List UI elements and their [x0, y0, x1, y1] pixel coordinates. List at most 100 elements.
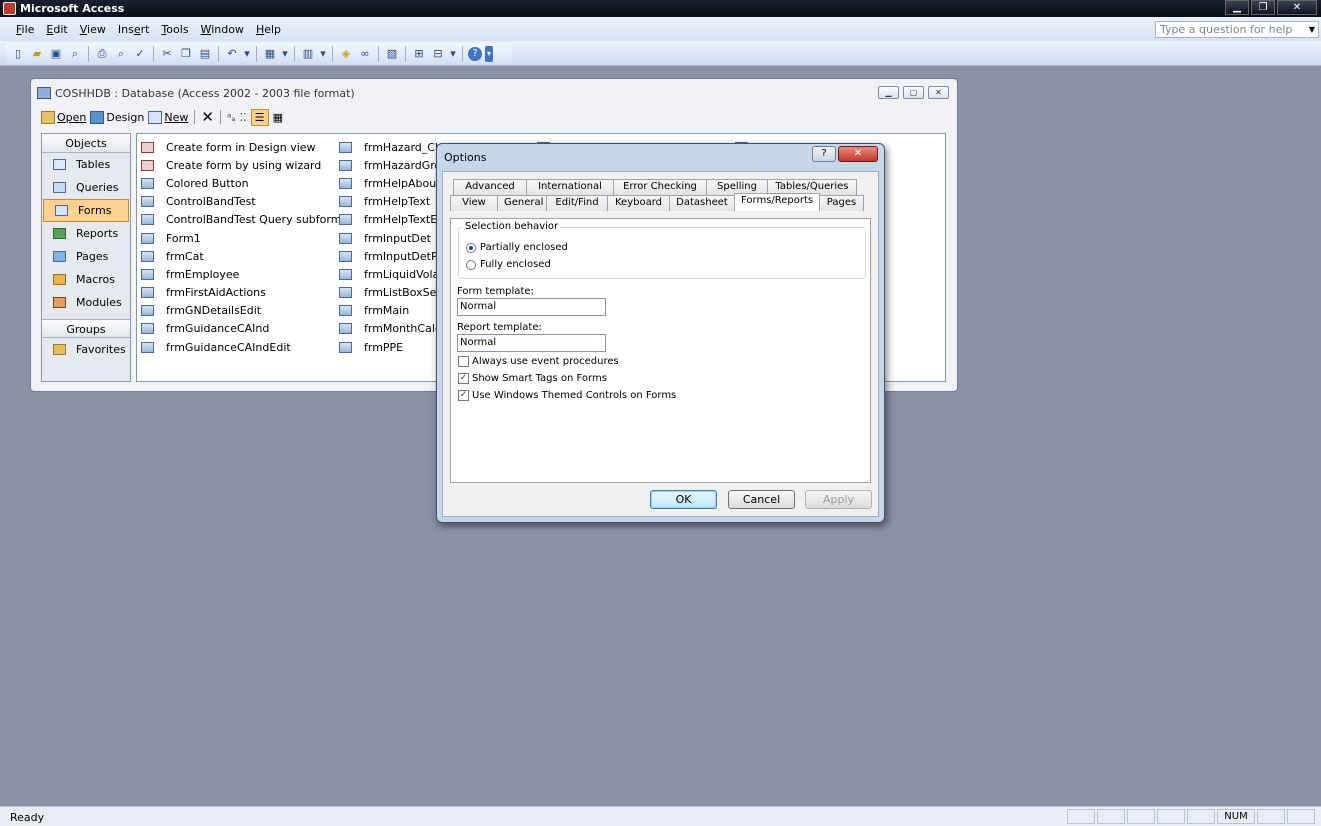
spelling-icon[interactable]: ✓ — [132, 46, 148, 62]
tab-pages[interactable]: Pages — [819, 195, 864, 211]
form-list-item[interactable]: ControlBandTest — [141, 193, 341, 211]
menu-file[interactable]: File — [16, 23, 34, 36]
print-preview-icon[interactable]: ⌕ — [113, 46, 129, 62]
objects-pane: Objects Tables Queries Forms Reports Pag… — [41, 133, 131, 382]
analyze-dropdown-icon[interactable]: ▾ — [319, 46, 327, 62]
object-modules[interactable]: Modules — [42, 291, 130, 314]
object-tables[interactable]: Tables — [42, 153, 130, 176]
tab-international[interactable]: International — [526, 179, 614, 195]
form-list-item[interactable]: frmCat — [141, 247, 341, 265]
checkbox-show-smart-tags[interactable]: ✓ Show Smart Tags on Forms — [458, 373, 607, 384]
checkbox-always-use-event-procedures[interactable]: Always use event procedures — [458, 356, 619, 367]
cancel-button[interactable]: Cancel — [728, 490, 795, 509]
form-icon — [339, 323, 352, 335]
properties-icon[interactable]: ▧ — [384, 46, 400, 62]
open-icon[interactable]: ▰ — [29, 46, 45, 62]
radio-selected-icon — [466, 242, 476, 253]
office-links-dropdown-icon[interactable]: ▾ — [281, 46, 289, 62]
form-list-item[interactable]: Create form in Design view — [141, 138, 341, 156]
save-icon[interactable]: ▣ — [48, 46, 64, 62]
report-template-label: Report template: — [457, 322, 542, 333]
menu-tools[interactable]: Tools — [161, 23, 188, 36]
small-icons-button[interactable]: ⁚⁚ — [240, 111, 247, 124]
access-app-icon[interactable] — [3, 2, 16, 15]
form-list-item[interactable]: frmGuidanceCAInd — [141, 320, 341, 338]
tab-general[interactable]: General — [497, 195, 547, 211]
design-button[interactable]: Design — [90, 110, 144, 124]
form-list-item[interactable]: frmGuidanceCAIndEdit — [141, 338, 341, 356]
dialog-help-button[interactable]: ? — [812, 146, 836, 162]
close-button[interactable]: ✕ — [1277, 0, 1317, 15]
dialog-close-button[interactable]: ✕ — [838, 146, 878, 162]
form-list-item[interactable]: frmEmployee — [141, 265, 341, 283]
form-template-input[interactable]: Normal — [457, 298, 606, 316]
db-minimize-button[interactable]: ▁ — [878, 86, 899, 99]
copy-icon[interactable]: ❐ — [178, 46, 194, 62]
delete-button[interactable]: ✕ — [201, 108, 214, 126]
reports-icon — [53, 228, 66, 239]
help-search-input[interactable]: Type a question for help ▼ — [1155, 21, 1319, 38]
db-close-button[interactable]: ✕ — [928, 86, 949, 99]
file-search-icon[interactable]: ⌕ — [67, 46, 83, 62]
object-forms[interactable]: Forms — [43, 199, 129, 222]
form-list-item[interactable]: frmGNDetailsEdit — [141, 302, 341, 320]
new-object-icon[interactable]: ⊟ — [430, 46, 446, 62]
form-list-item[interactable]: frmFirstAidActions — [141, 284, 341, 302]
new-icon[interactable]: ▯ — [10, 46, 26, 62]
relationships-icon[interactable]: ⊞ — [411, 46, 427, 62]
radio-fully-enclosed[interactable]: Fully enclosed — [466, 259, 551, 270]
form-list-item[interactable]: Colored Button — [141, 174, 341, 192]
form-list-item[interactable]: Form1 — [141, 229, 341, 247]
tab-error-checking[interactable]: Error Checking — [613, 179, 707, 195]
group-favorites[interactable]: Favorites — [42, 338, 130, 361]
toolbar-options-icon[interactable]: ▾ — [485, 45, 493, 62]
menu-insert[interactable]: Insert — [118, 23, 150, 36]
office-links-icon[interactable]: ▦ — [262, 46, 278, 62]
cut-icon[interactable]: ✂ — [159, 46, 175, 62]
db-maximize-button[interactable]: ▢ — [903, 86, 924, 99]
code-icon[interactable]: ◈ — [338, 46, 354, 62]
tab-forms-reports[interactable]: Forms/Reports — [734, 193, 820, 211]
new-object-dropdown-icon[interactable]: ▾ — [449, 46, 457, 62]
object-macros[interactable]: Macros — [42, 268, 130, 291]
object-reports[interactable]: Reports — [42, 222, 130, 245]
undo-icon[interactable]: ↶ — [224, 46, 240, 62]
help-icon[interactable]: ? — [468, 46, 482, 61]
report-template-input[interactable]: Normal — [457, 334, 606, 352]
tab-advanced[interactable]: Advanced — [453, 179, 527, 195]
database-icon — [37, 87, 51, 99]
menu-edit[interactable]: Edit — [46, 23, 67, 36]
chevron-down-icon[interactable]: ▼ — [1306, 22, 1318, 37]
checkbox-windows-themed-controls[interactable]: ✓ Use Windows Themed Controls on Forms — [458, 390, 676, 401]
tab-view[interactable]: View — [450, 195, 498, 211]
form-icon — [339, 305, 352, 317]
apply-button[interactable]: Apply — [805, 490, 872, 509]
menu-view[interactable]: View — [80, 23, 106, 36]
restore-button[interactable]: ❐ — [1251, 0, 1275, 15]
analyze-icon[interactable]: ▥ — [300, 46, 316, 62]
form-list-item[interactable]: ControlBandTest Query subform — [141, 211, 341, 229]
tab-datasheet[interactable]: Datasheet — [669, 195, 735, 211]
new-button[interactable]: New — [148, 110, 188, 124]
object-queries[interactable]: Queries — [42, 176, 130, 199]
menu-window[interactable]: Window — [201, 23, 244, 36]
menu-help[interactable]: Help — [256, 23, 281, 36]
groups-header[interactable]: Groups — [42, 319, 130, 338]
details-view-button[interactable]: ▦ — [273, 111, 283, 124]
ok-button[interactable]: OK — [650, 490, 717, 509]
script-editor-icon[interactable]: ∞ — [357, 46, 373, 62]
large-icons-button[interactable]: ᵃₐ — [227, 111, 236, 124]
form-list-item[interactable]: Create form by using wizard — [141, 156, 341, 174]
app-titlebar: Microsoft Access ▁ ❐ ✕ — [0, 0, 1321, 17]
print-icon[interactable]: ⎙ — [94, 46, 110, 62]
undo-dropdown-icon[interactable]: ▾ — [243, 46, 251, 62]
list-view-button[interactable]: ☰ — [250, 108, 269, 126]
object-pages[interactable]: Pages — [42, 245, 130, 268]
minimize-button[interactable]: ▁ — [1225, 0, 1249, 15]
paste-icon[interactable]: ▤ — [197, 46, 213, 62]
open-button[interactable]: Open — [41, 110, 86, 124]
tab-edit-find[interactable]: Edit/Find — [546, 195, 608, 211]
objects-header[interactable]: Objects — [42, 134, 130, 153]
tab-keyboard[interactable]: Keyboard — [607, 195, 670, 211]
radio-partially-enclosed[interactable]: Partially enclosed — [466, 242, 568, 253]
